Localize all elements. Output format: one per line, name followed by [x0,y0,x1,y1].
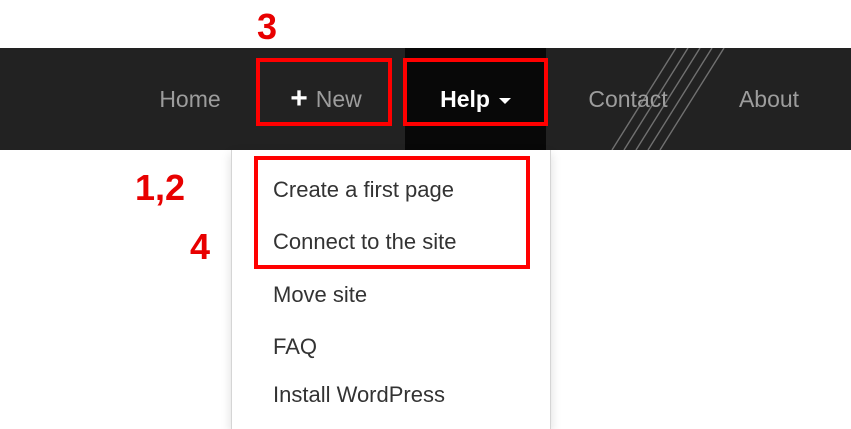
caret-down-icon [498,97,511,104]
menu-item-connect-to-site[interactable]: Connect to the site [273,229,456,255]
annotation-step-label-1-2: 1,2 [135,167,186,208]
menu-item-install-wordpress[interactable]: Install WordPress [273,382,445,408]
nav-new-label: New [315,85,362,112]
nav-home-label: Home [159,85,221,112]
menu-item-create-first-page[interactable]: Create a first page [273,177,454,203]
nav-contact-link[interactable]: Contact [567,48,689,150]
annotation-step-label-3: 3 [257,6,278,47]
nav-home-link[interactable]: Home [140,48,240,150]
menu-item-move-site[interactable]: Move site [273,282,367,308]
help-dropdown-menu: Create a first page Connect to the site … [231,150,551,429]
nav-about-link[interactable]: About [714,48,824,150]
menu-item-faq[interactable]: FAQ [273,334,317,360]
annotation-step-label-4: 4 [190,226,211,267]
nav-about-label: About [738,85,800,112]
plus-icon: + [290,82,308,115]
screenshot-stage: Home + New Help Contact About Create a f… [0,0,851,429]
nav-help-label: Help [440,85,490,112]
nav-new-button[interactable]: + New [262,48,390,150]
nav-contact-label: Contact [588,85,668,112]
nav-help-dropdown-toggle[interactable]: Help [405,48,546,150]
top-navbar: Home + New Help Contact About [0,48,851,150]
